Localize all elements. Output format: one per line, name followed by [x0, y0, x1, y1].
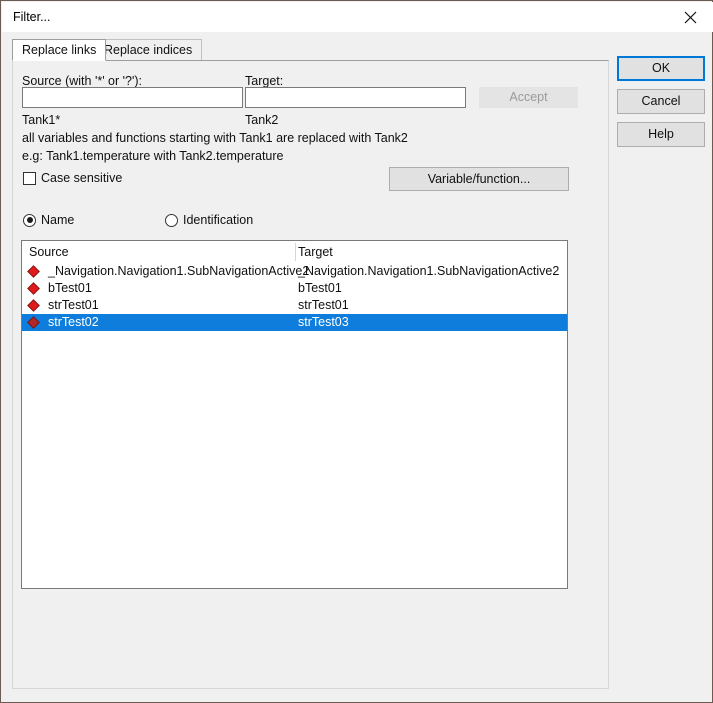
cell-source: _Navigation.Navigation1.SubNavigationAct… — [48, 264, 310, 278]
checkbox-box — [23, 171, 36, 185]
accept-button[interactable]: Accept — [479, 87, 578, 108]
red-diamond-icon — [27, 282, 40, 295]
filter-dialog-window: Filter... Replace links Replace indices … — [0, 0, 713, 703]
list-rows: _Navigation.Navigation1.SubNavigationAct… — [22, 263, 567, 331]
case-sensitive-label: Case sensitive — [41, 171, 123, 185]
list-header: Source Target — [22, 241, 567, 263]
table-row[interactable]: strTest01 strTest01 — [22, 297, 567, 314]
red-diamond-icon — [27, 316, 40, 329]
radio-name-label: Name — [41, 213, 75, 227]
red-diamond-icon — [27, 265, 40, 278]
table-row-selected[interactable]: strTest02 strTest03 — [22, 314, 567, 331]
example-description-line1: all variables and functions starting wit… — [22, 131, 408, 145]
help-button[interactable]: Help — [617, 122, 705, 147]
radio-identification-label: Identification — [183, 213, 254, 227]
cancel-button[interactable]: Cancel — [617, 89, 705, 114]
window-title: Filter... — [13, 10, 51, 24]
tab-replace-links[interactable]: Replace links — [12, 39, 107, 61]
radio-name-indicator — [23, 213, 36, 227]
example-target-text: Tank2 — [245, 113, 279, 127]
radio-identification-indicator — [165, 213, 178, 227]
title-bar: Filter... — [2, 2, 713, 32]
cell-target: _Navigation.Navigation1.SubNavigationAct… — [298, 264, 560, 278]
red-diamond-icon — [27, 299, 40, 312]
variable-function-button[interactable]: Variable/function... — [389, 167, 569, 191]
replacement-list[interactable]: Source Target _Navigation.Navigation1.Su… — [21, 240, 568, 589]
table-row[interactable]: _Navigation.Navigation1.SubNavigationAct… — [22, 263, 567, 280]
example-source-text: Tank1* — [22, 113, 61, 127]
column-header-target[interactable]: Target — [298, 245, 333, 259]
tab-replace-indices[interactable]: Replace indices — [94, 39, 203, 61]
cell-source: bTest01 — [48, 281, 92, 295]
cell-target: bTest01 — [298, 281, 342, 295]
example-description-line2: e.g: Tank1.temperature with Tank2.temper… — [22, 149, 284, 163]
close-icon[interactable] — [667, 2, 713, 32]
radio-name[interactable]: Name — [23, 213, 74, 227]
radio-identification[interactable]: Identification — [165, 213, 253, 227]
table-row[interactable]: bTest01 bTest01 — [22, 280, 567, 297]
target-input[interactable] — [245, 87, 466, 108]
ok-button[interactable]: OK — [617, 56, 705, 81]
cell-source: strTest01 — [48, 298, 99, 312]
target-label: Target: — [245, 74, 284, 88]
cell-target: strTest01 — [298, 298, 349, 312]
column-header-source[interactable]: Source — [29, 245, 69, 259]
cell-source: strTest02 — [48, 315, 99, 329]
source-label: Source (with '*' or '?'): — [22, 74, 143, 88]
column-divider[interactable] — [295, 243, 296, 261]
case-sensitive-checkbox[interactable]: Case sensitive — [23, 171, 122, 185]
source-input[interactable] — [22, 87, 243, 108]
cell-target: strTest03 — [298, 315, 349, 329]
